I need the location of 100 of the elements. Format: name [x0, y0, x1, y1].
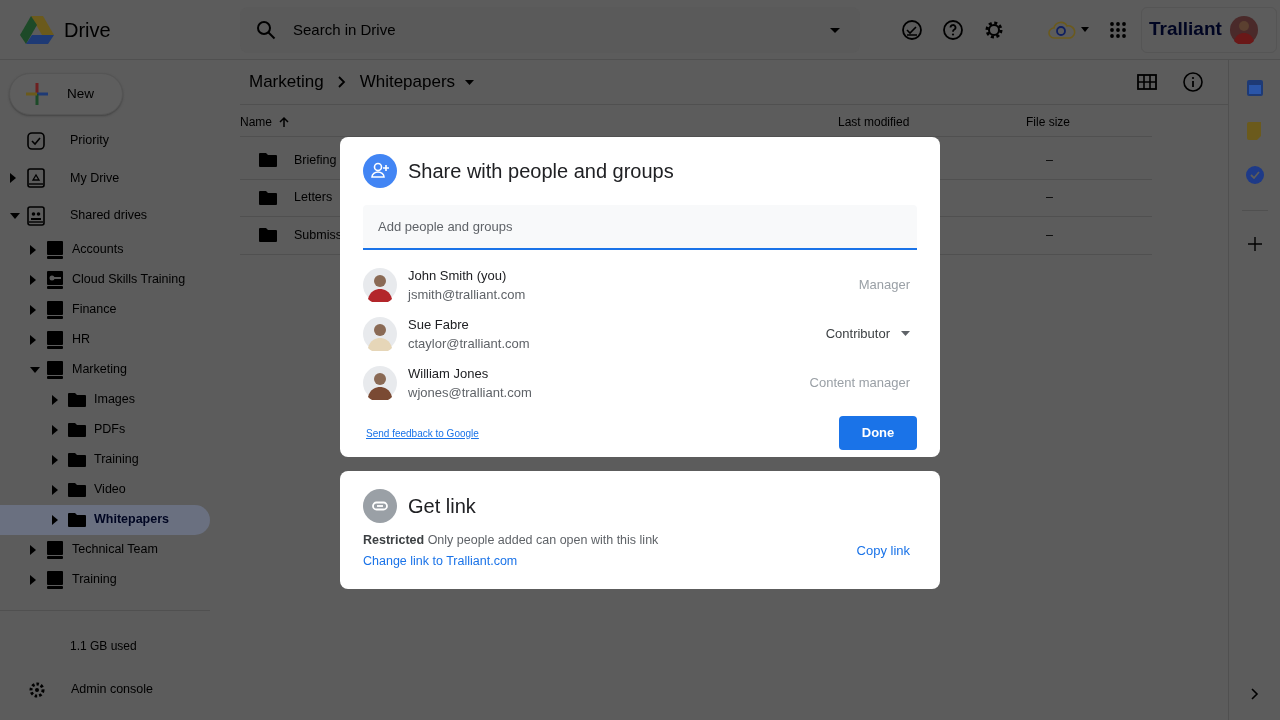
person-name: John Smith (you)	[408, 266, 508, 285]
folder-icon	[258, 227, 278, 244]
info-icon[interactable]	[1182, 71, 1204, 93]
drive-logo-icon	[20, 14, 54, 45]
drive-icon	[46, 299, 64, 320]
dialog-title: Get link	[408, 494, 476, 519]
person-name: William Jones	[408, 364, 490, 383]
done-button[interactable]: Done	[839, 416, 917, 450]
add-person-icon	[363, 154, 397, 188]
folder-icon	[67, 421, 87, 438]
caret-right-icon	[52, 394, 58, 405]
role-dropdown[interactable]: Contributor	[825, 323, 910, 344]
sidebar-item[interactable]: Priority	[0, 122, 210, 160]
breadcrumb-item[interactable]: Marketing	[249, 69, 324, 95]
caret-right-icon	[30, 304, 36, 315]
drive-icon	[46, 239, 64, 260]
caret-right-icon	[30, 244, 36, 255]
sidebar-item[interactable]: Marketing	[0, 354, 210, 385]
sidebar-item[interactable]: My Drive	[0, 159, 210, 197]
key-drive-icon	[46, 269, 64, 290]
check-icon	[26, 130, 46, 151]
sidebar-item[interactable]: Accounts	[0, 234, 210, 265]
help-icon[interactable]	[941, 17, 965, 42]
change-link[interactable]: Change link to Tralliant.com	[363, 551, 659, 572]
caret-right-icon	[30, 274, 36, 285]
caret-right-icon	[30, 574, 36, 585]
caret-right-icon	[52, 424, 58, 435]
caret-down-icon	[30, 366, 40, 373]
file-size: –	[1046, 226, 1053, 244]
caret-down-icon[interactable]	[1081, 27, 1089, 32]
feedback-link[interactable]: Send feedback to Google	[366, 425, 479, 441]
caret-down-icon[interactable]	[830, 27, 840, 33]
check-circle-icon[interactable]	[900, 17, 924, 42]
chevron-right-icon	[337, 76, 346, 88]
person-email: jsmith@tralliant.com	[408, 285, 526, 304]
account-avatar[interactable]	[1229, 15, 1258, 44]
file-size: –	[1046, 189, 1053, 207]
sidebar-item[interactable]: Training	[0, 564, 210, 595]
sidebar-item[interactable]: Training	[0, 444, 210, 475]
role-label: Content manager	[809, 373, 910, 392]
drive-icon	[46, 359, 64, 380]
caret-right-icon	[52, 454, 58, 465]
tasks-icon[interactable]	[1245, 166, 1264, 184]
folder-icon	[67, 391, 87, 408]
person-email: wjones@tralliant.com	[408, 383, 532, 402]
copy-link-button[interactable]: Copy link	[856, 541, 910, 561]
calendar-icon[interactable]	[1246, 80, 1263, 96]
arrow-up-icon	[278, 115, 290, 128]
drive-icon	[46, 569, 64, 590]
caret-down-icon[interactable]	[465, 79, 475, 85]
caret-down-icon	[10, 212, 20, 219]
caret-down-icon	[901, 331, 910, 336]
product-name: Drive	[64, 17, 111, 43]
folder-icon	[67, 481, 87, 498]
people-icon	[26, 205, 46, 226]
drive-icon	[46, 329, 64, 350]
avatar	[363, 267, 397, 302]
caret-right-icon	[30, 544, 36, 555]
person-email: ctaylor@tralliant.com	[408, 334, 530, 353]
avatar	[363, 316, 397, 351]
sidebar-item[interactable]: Finance	[0, 294, 210, 325]
sidebar-item[interactable]: Images	[0, 384, 210, 415]
drive-icon	[46, 539, 64, 560]
sidebar-item[interactable]: Cloud Skills Training	[0, 264, 210, 295]
sidebar-item[interactable]: Whitepapers	[0, 504, 210, 535]
drive-icon	[26, 168, 46, 189]
chevron-right-icon[interactable]	[1250, 688, 1259, 700]
column-header[interactable]: Name	[240, 112, 838, 131]
add-people-field[interactable]: Add people and groups	[363, 205, 917, 250]
dialog-title: Share with people and groups	[408, 159, 674, 184]
plus-icon[interactable]	[1247, 237, 1262, 251]
brand-name: Tralliant	[1149, 17, 1222, 42]
person-name: Sue Fabre	[408, 315, 470, 334]
caret-right-icon	[10, 173, 16, 184]
avatar	[363, 365, 397, 400]
link-icon	[363, 489, 397, 523]
admin-console-link[interactable]: Admin console	[71, 680, 153, 699]
file-size: –	[1046, 151, 1053, 169]
new-button[interactable]: New	[9, 73, 123, 115]
link-access-text: Restricted Only people added can open with this link	[363, 532, 659, 549]
sidebar-item[interactable]: PDFs	[0, 414, 210, 445]
plus-icon	[25, 82, 49, 106]
apps-grid-icon[interactable]	[1109, 20, 1127, 39]
sidebar-item[interactable]: Technical Team	[0, 534, 210, 565]
sidebar-item[interactable]: HR	[0, 324, 210, 355]
folder-icon	[67, 451, 87, 468]
breadcrumb-item[interactable]: Whitepapers	[359, 69, 456, 95]
column-header[interactable]: Last modified	[838, 112, 1026, 131]
folder-icon	[258, 152, 278, 169]
caret-right-icon	[30, 334, 36, 345]
search-icon	[256, 19, 276, 40]
sidebar-item[interactable]: Video	[0, 474, 210, 505]
caret-right-icon	[52, 514, 58, 525]
caret-right-icon	[52, 484, 58, 495]
column-header[interactable]: File size	[1026, 112, 1070, 131]
grid-view-icon[interactable]	[1137, 74, 1157, 90]
sidebar-item[interactable]: Shared drives	[0, 197, 210, 235]
folder-icon	[67, 511, 87, 528]
storage-usage: 1.1 GB used	[70, 637, 138, 655]
folder-icon	[258, 189, 278, 206]
